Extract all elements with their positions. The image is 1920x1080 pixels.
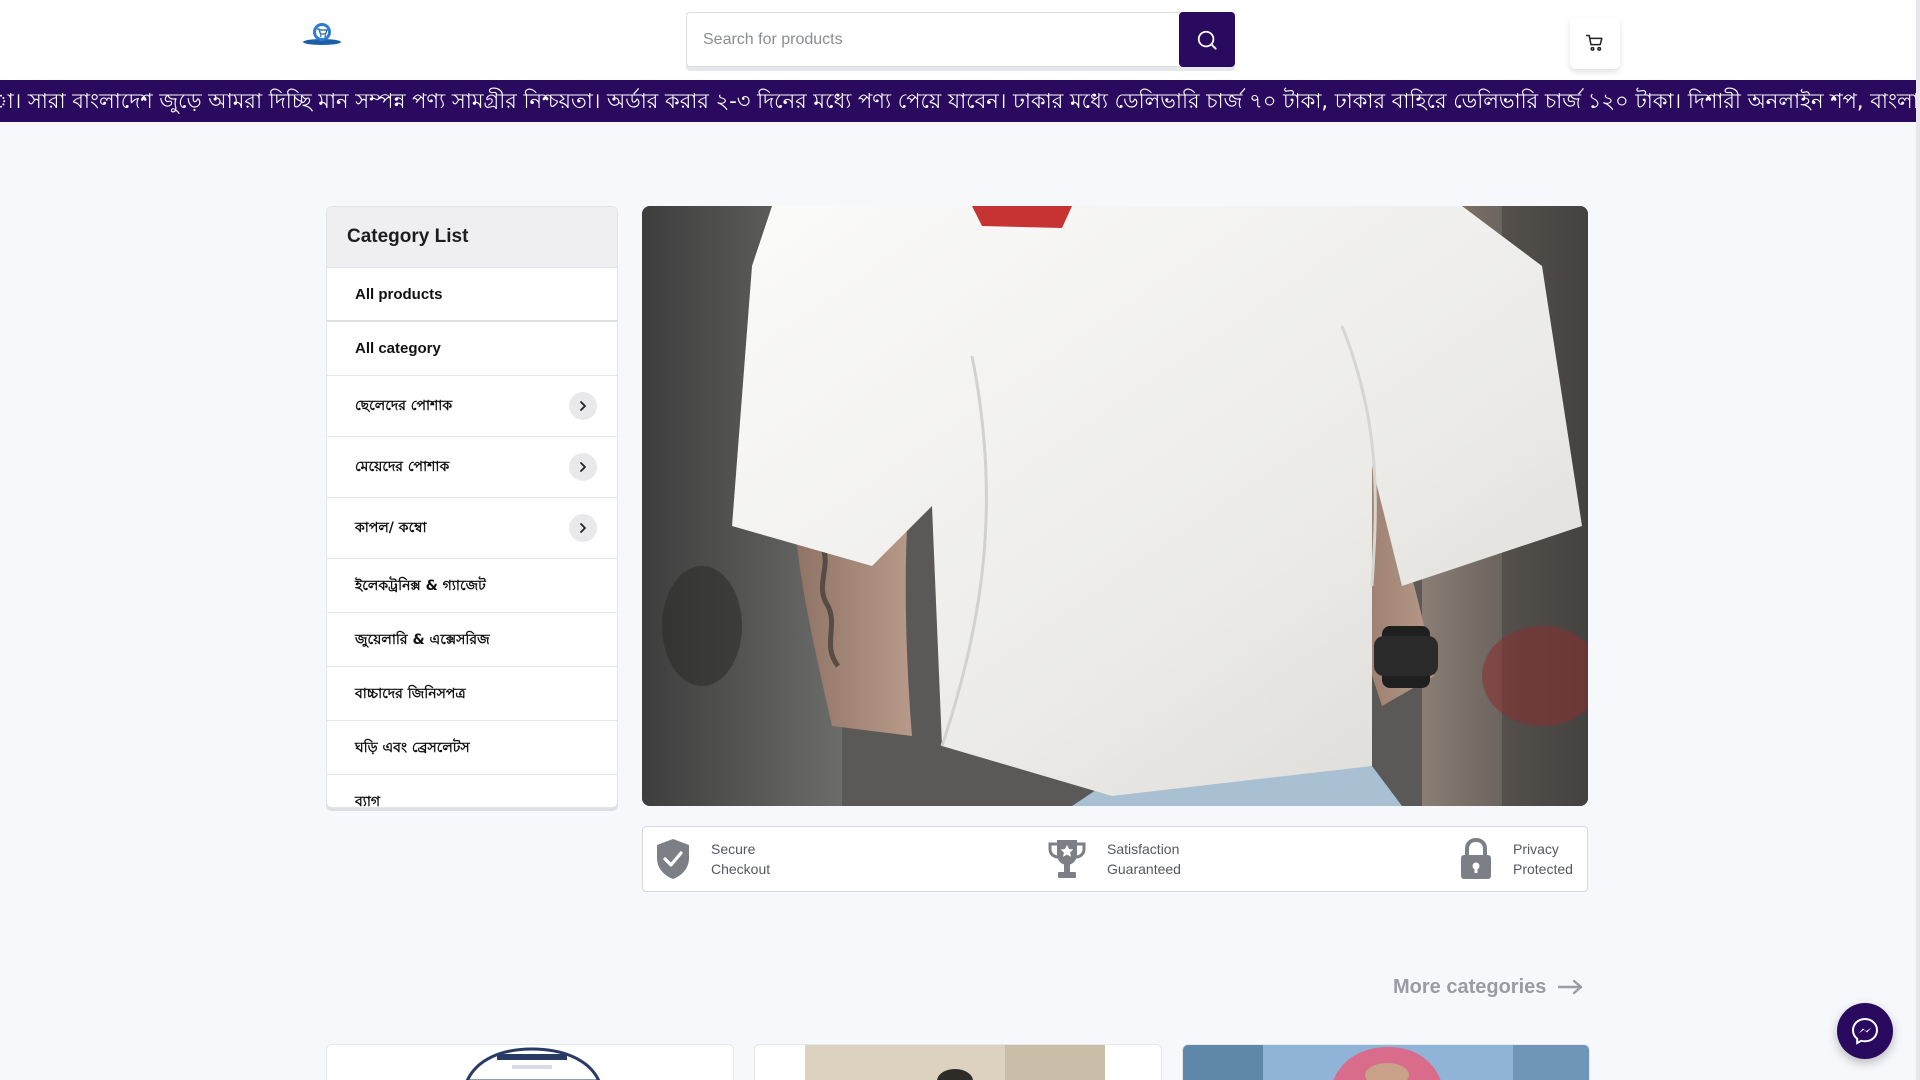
more-categories-link[interactable]: More categories	[1393, 973, 1584, 1001]
category-item-label: কাপল/ কম্বো	[355, 520, 427, 536]
search-button[interactable]	[1179, 12, 1235, 67]
category-item-label: ইলেকট্রনিক্স & গ্যাজেট	[355, 577, 486, 594]
trust-icon	[1048, 840, 1086, 878]
shield-check-icon	[657, 839, 689, 879]
trust-badges-bar: Secure Checkout Satisfaction Guaranteed …	[642, 826, 1588, 892]
trust-item-secure-checkout: Secure Checkout	[655, 827, 770, 891]
marquee-text: া। সারা বাংলাদেশ জুড়ে আমরা দিচ্ছি মান স…	[0, 89, 1916, 113]
search-icon	[1197, 30, 1217, 50]
category-item-label: মেয়েদের পোশাক	[355, 459, 450, 475]
category-item-watches-bracelets[interactable]: ঘড়ি এবং ব্রেসলেটস	[327, 721, 617, 775]
category-item-label: ছেলেদের পোশাক	[355, 398, 453, 414]
site-header	[0, 0, 1916, 80]
category-item-jewellery-accessories[interactable]: জুয়েলারি & এক্সেসরিজ	[327, 613, 617, 667]
trust-text: Privacy Protected	[1513, 841, 1573, 877]
category-item-label: বাচ্চাদের জিনিসপত্র	[355, 685, 466, 702]
chevron-right-icon[interactable]	[569, 453, 597, 481]
trust-text: Satisfaction Guaranteed	[1107, 841, 1181, 877]
category-item-boys-clothing[interactable]: ছেলেদের পোশাক	[327, 376, 617, 437]
category-item-bags[interactable]: ব্যাগ	[327, 775, 617, 808]
search-bar	[686, 12, 1235, 67]
category-item-all-category[interactable]: All category	[327, 322, 617, 376]
category-item-label: জুয়েলারি & এক্সেসরিজ	[355, 631, 490, 648]
search-input[interactable]	[687, 13, 1179, 66]
chevron-right-icon[interactable]	[569, 392, 597, 420]
category-item-couple-combo[interactable]: কাপল/ কম্বো	[327, 498, 617, 559]
cart-icon	[1585, 34, 1603, 51]
announcement-marquee: া। সারা বাংলাদেশ জুড়ে আমরা দিচ্ছি মান স…	[0, 80, 1916, 122]
shop-logo-icon[interactable]	[302, 22, 342, 46]
page-scrollbar[interactable]	[1916, 0, 1920, 1080]
category-item-girls-clothing[interactable]: মেয়েদের পোশাক	[327, 437, 617, 498]
chevron-right-icon[interactable]	[569, 514, 597, 542]
category-card[interactable]	[754, 1044, 1162, 1080]
messenger-chat-button[interactable]	[1837, 1003, 1893, 1059]
category-list-panel: Category List All products All category …	[326, 206, 618, 808]
category-item-label: ঘড়ি এবং ব্রেসলেটস	[355, 739, 470, 756]
category-item-electronics-gadget[interactable]: ইলেকট্রনিক্স & গ্যাজেট	[327, 559, 617, 613]
trust-item-satisfaction: Satisfaction Guaranteed	[1047, 827, 1181, 891]
lock-icon	[1461, 838, 1491, 879]
messenger-icon	[1851, 1017, 1879, 1045]
category-item-label: All products	[355, 285, 443, 303]
category-item-all-products[interactable]: All products	[327, 268, 617, 322]
more-categories-label: More categories	[1393, 975, 1547, 998]
trust-text: Secure Checkout	[711, 841, 771, 877]
category-card[interactable]	[1182, 1044, 1590, 1080]
trust-item-privacy: Privacy Protected	[1459, 827, 1573, 891]
category-card[interactable]	[326, 1044, 734, 1080]
category-item-label: All category	[355, 340, 441, 357]
category-list-title: Category List	[327, 207, 617, 268]
cart-button[interactable]	[1570, 17, 1620, 69]
arrow-right-icon	[1558, 979, 1583, 995]
category-item-label: ব্যাগ	[355, 793, 381, 808]
category-item-kids-items[interactable]: বাচ্চাদের জিনিসপত্র	[327, 667, 617, 721]
hero-banner-image[interactable]	[642, 206, 1588, 806]
